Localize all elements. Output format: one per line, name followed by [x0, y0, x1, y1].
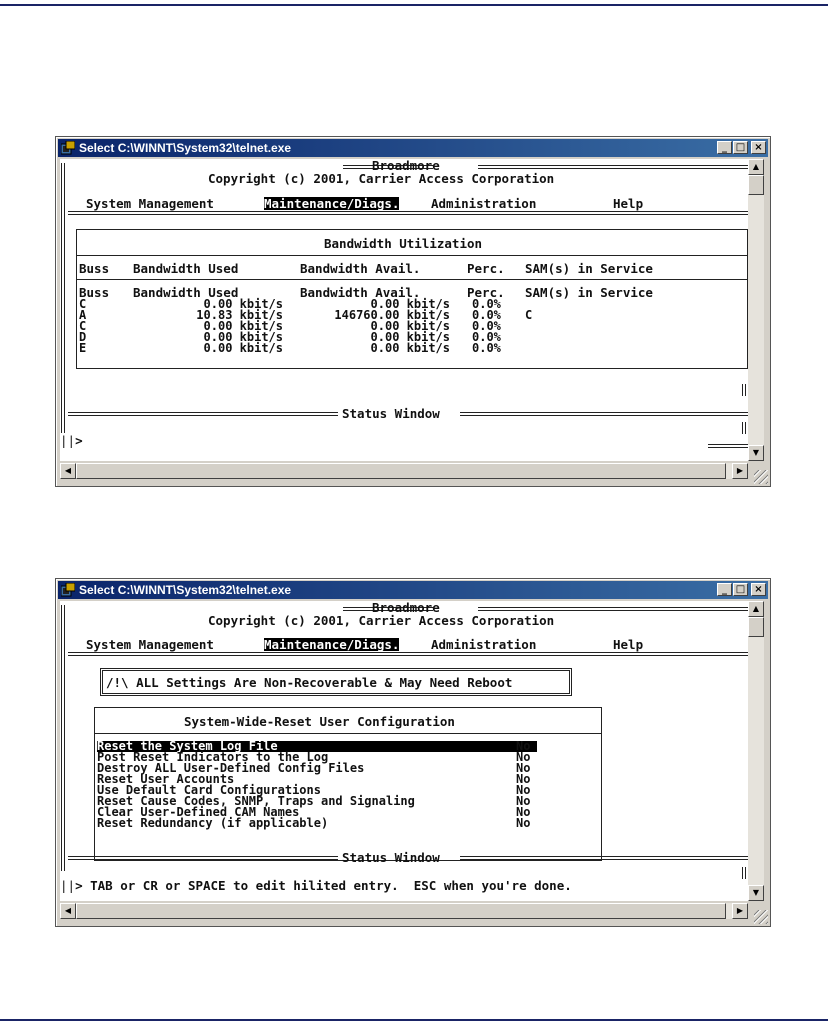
- status-frame-right: [460, 412, 748, 416]
- frame-right-mark: [742, 867, 746, 879]
- title-bar[interactable]: Select C:\WINNT\System32\telnet.exe _ □ …: [58, 139, 768, 157]
- status-window-label: Status Window: [342, 406, 440, 421]
- scroll-up-icon[interactable]: ▲: [748, 159, 764, 175]
- scroll-right-icon[interactable]: ▶: [732, 903, 748, 919]
- vertical-scroll-thumb[interactable]: [748, 175, 764, 195]
- menu-help[interactable]: Help: [613, 197, 643, 210]
- panel-title: Bandwidth Utilization: [324, 236, 483, 251]
- close-button[interactable]: ×: [751, 583, 766, 596]
- row-sam: C: [525, 308, 533, 322]
- scroll-down-icon[interactable]: ▼: [748, 885, 764, 901]
- banner-copyright: Copyright (c) 2001, Carrier Access Corpo…: [208, 613, 555, 628]
- col-header-used: Bandwidth Used: [133, 261, 239, 276]
- frame-top-border-right: [478, 607, 748, 611]
- horizontal-scrollbar[interactable]: ◀ ▶: [60, 463, 748, 479]
- resize-grip-icon[interactable]: [754, 910, 768, 924]
- window-title: Select C:\WINNT\System32\telnet.exe: [79, 141, 292, 155]
- horizontal-scroll-thumb[interactable]: [76, 463, 726, 479]
- panel-title: System-Wide-Reset User Configuration: [184, 714, 455, 729]
- frame-right-mark: [742, 384, 746, 396]
- row-buss: E: [79, 341, 87, 355]
- status-frame-left: [68, 412, 338, 416]
- scroll-left-icon[interactable]: ◀: [60, 463, 76, 479]
- title-bar[interactable]: Select C:\WINNT\System32\telnet.exe _ □ …: [58, 581, 768, 599]
- menu-administration[interactable]: Administration: [431, 197, 536, 210]
- menu-system-management[interactable]: System Management: [86, 638, 214, 651]
- telnet-window-bandwidth[interactable]: Select C:\WINNT\System32\telnet.exe _ □ …: [55, 136, 771, 487]
- frame-left-border: [61, 163, 65, 433]
- menu-underline: [68, 211, 748, 215]
- console-app-icon: [61, 141, 75, 155]
- maximize-button[interactable]: □: [733, 583, 748, 596]
- col-header-sam: SAM(s) in Service: [525, 261, 653, 276]
- row-perc: 0.0%: [472, 341, 501, 355]
- menu-underline: [68, 652, 748, 656]
- menu-administration[interactable]: Administration: [431, 638, 536, 651]
- horizontal-scroll-thumb[interactable]: [76, 903, 726, 919]
- minimize-button[interactable]: _: [717, 141, 732, 154]
- scroll-right-icon[interactable]: ▶: [732, 463, 748, 479]
- menu-system-management[interactable]: System Management: [86, 197, 214, 210]
- window-title: Select C:\WINNT\System32\telnet.exe: [79, 583, 292, 597]
- item-value[interactable]: No: [516, 817, 530, 828]
- list-header-sam: SAM(s) in Service: [525, 285, 653, 300]
- warning-text: /!\ ALL Settings Are Non-Recoverable & M…: [106, 675, 513, 690]
- resize-grip-icon[interactable]: [754, 470, 768, 484]
- frame-bottom-mark: [708, 444, 748, 448]
- telnet-window-reset[interactable]: Select C:\WINNT\System32\telnet.exe _ □ …: [55, 578, 771, 927]
- vertical-scroll-thumb[interactable]: [748, 617, 764, 637]
- status-frame-right: [460, 856, 748, 860]
- scroll-left-icon[interactable]: ◀: [60, 903, 76, 919]
- banner-copyright: Copyright (c) 2001, Carrier Access Corpo…: [208, 171, 555, 186]
- menu-help[interactable]: Help: [613, 638, 643, 651]
- status-message: ||> TAB or CR or SPACE to edit hilited e…: [60, 878, 572, 893]
- menu-maintenance-diags[interactable]: Maintenance/Diags.: [264, 197, 400, 210]
- maximize-button[interactable]: □: [733, 141, 748, 154]
- command-prompt[interactable]: ||>: [60, 434, 83, 447]
- header-divider: [76, 279, 748, 280]
- status-window-label: Status Window: [342, 850, 440, 865]
- row-avail: 0.00 kbit/s: [370, 341, 450, 355]
- status-message-text: > TAB or CR or SPACE to edit hilited ent…: [75, 878, 572, 893]
- col-header-perc: Perc.: [467, 261, 505, 276]
- close-button[interactable]: ×: [751, 141, 766, 154]
- frame-right-mark: [742, 422, 746, 434]
- bottom-rule: [0, 1019, 828, 1021]
- prompt-text: >: [75, 433, 83, 448]
- panel-title-divider: [94, 733, 602, 734]
- console-app-icon: [61, 583, 75, 597]
- scroll-down-icon[interactable]: ▼: [748, 445, 764, 461]
- frame-top-border-right: [478, 165, 748, 169]
- top-rule: [0, 4, 828, 6]
- status-frame-left: [68, 856, 338, 860]
- console-screen[interactable]: Broadmore Copyright (c) 2001, Carrier Ac…: [60, 601, 748, 901]
- col-header-avail: Bandwidth Avail.: [300, 261, 421, 276]
- row-used: 0.00 kbit/s: [203, 341, 283, 355]
- col-header-buss: Buss: [79, 261, 110, 276]
- scroll-up-icon[interactable]: ▲: [748, 601, 764, 617]
- frame-left-border: [61, 605, 65, 871]
- panel-title-divider: [76, 255, 748, 256]
- vertical-scrollbar[interactable]: ▲ ▼: [748, 159, 764, 461]
- console-screen[interactable]: Broadmore Copyright (c) 2001, Carrier Ac…: [60, 159, 748, 461]
- vertical-scrollbar[interactable]: ▲ ▼: [748, 601, 764, 901]
- item-label[interactable]: Reset Redundancy (if applicable): [97, 817, 328, 828]
- horizontal-scrollbar[interactable]: ◀ ▶: [60, 903, 748, 919]
- minimize-button[interactable]: _: [717, 583, 732, 596]
- menu-maintenance-diags[interactable]: Maintenance/Diags.: [264, 638, 400, 651]
